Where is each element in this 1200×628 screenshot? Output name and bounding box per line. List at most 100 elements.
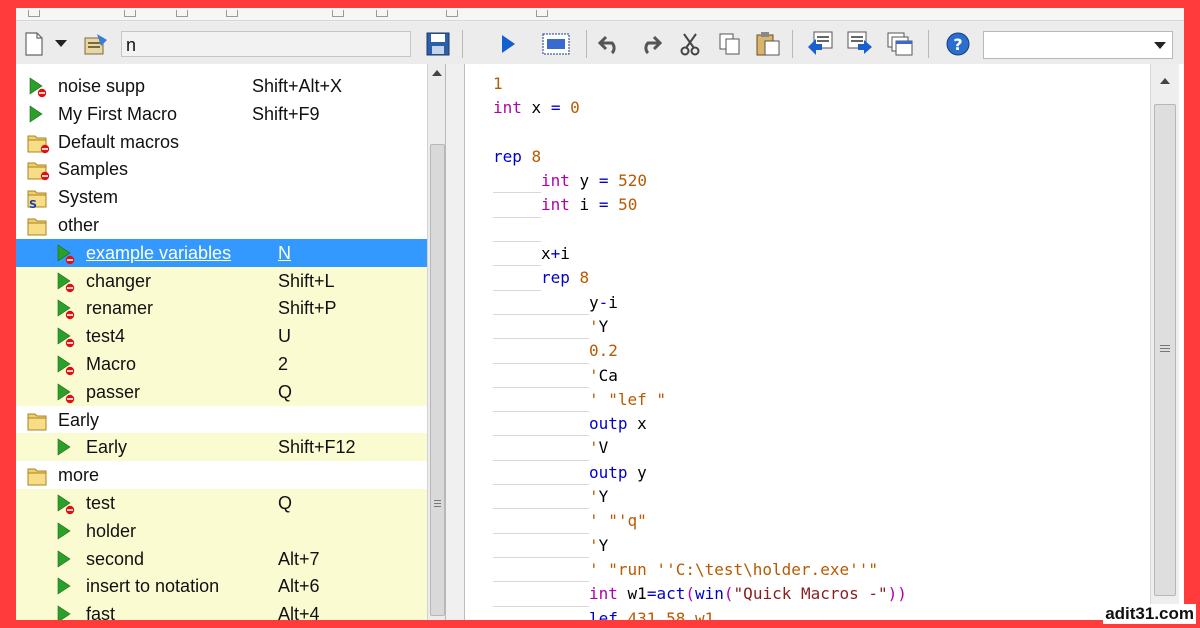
- tree-item[interactable]: Early Shift+F12: [16, 433, 427, 462]
- tree-item[interactable]: test4 U: [16, 322, 427, 351]
- tree-item[interactable]: example variables N: [16, 238, 427, 267]
- code-line[interactable]: outp y: [493, 461, 907, 486]
- menu-edge-icon: [536, 10, 548, 17]
- code-line[interactable]: 0.2: [493, 339, 907, 364]
- code-token: ': [589, 316, 599, 336]
- code-line[interactable]: ' "run ''C:\test\holder.exe''": [493, 558, 907, 583]
- chevron-down-icon[interactable]: [1154, 42, 1166, 49]
- svg-text:S: S: [29, 198, 37, 209]
- code-line[interactable]: rep 8: [493, 266, 907, 291]
- editor-scroll-thumb[interactable]: [1154, 104, 1176, 596]
- code-token: 520: [608, 171, 647, 191]
- code-line[interactable]: 'V: [493, 436, 907, 461]
- tree-item-label: other: [58, 215, 100, 235]
- code-token: 1: [493, 74, 503, 93]
- tree-item[interactable]: fast Alt+4: [16, 600, 427, 620]
- tree-item-label: noise supp: [58, 76, 146, 96]
- tree-scroll-thumb[interactable]: [430, 144, 445, 616]
- dropdown-arrow-icon[interactable]: [52, 30, 70, 58]
- tree-item[interactable]: Early: [16, 406, 427, 434]
- tree-item-hotkey: Shift+F12: [278, 437, 356, 458]
- code-line[interactable]: [493, 218, 907, 243]
- scroll-up-icon[interactable]: [1160, 78, 1170, 84]
- code-editor[interactable]: 1 int x = 0 rep 8 int y = 520 int i = 50 x+i r…: [464, 64, 1184, 620]
- code-token: )): [887, 584, 907, 604]
- tree-item[interactable]: more: [16, 461, 427, 489]
- properties-icon[interactable]: [82, 30, 110, 58]
- code-line[interactable]: [493, 121, 907, 145]
- code-line[interactable]: y-i: [493, 291, 907, 315]
- code-line[interactable]: ' "'q": [493, 509, 907, 534]
- code-token: int: [541, 171, 570, 191]
- code-token: lef: [589, 608, 618, 620]
- tree-item[interactable]: other: [16, 211, 427, 239]
- code-line[interactable]: 'Y: [493, 315, 907, 340]
- code-token: i: [569, 195, 599, 215]
- tree-item-hotkey: Alt+7: [278, 548, 320, 569]
- undo-icon[interactable]: [596, 30, 624, 58]
- windows-icon[interactable]: [886, 30, 914, 58]
- tree-item[interactable]: changer Shift+L: [16, 266, 427, 295]
- menu-edge-icon: [376, 10, 388, 17]
- tree-item-label: changer: [86, 270, 152, 291]
- help-icon[interactable]: ?: [944, 30, 972, 58]
- tree-item[interactable]: passer Q: [16, 377, 427, 406]
- code-token: y: [589, 292, 599, 312]
- tree-item[interactable]: insert to notation Alt+6: [16, 572, 427, 601]
- code-line[interactable]: int i = 50: [493, 193, 907, 218]
- code-line[interactable]: 'Ca: [493, 364, 907, 388]
- paste-icon[interactable]: [754, 30, 782, 58]
- save-icon[interactable]: [424, 30, 452, 58]
- code-line[interactable]: outp x: [493, 412, 907, 437]
- tree-item[interactable]: renamer Shift+P: [16, 294, 427, 323]
- tree-item[interactable]: holder: [16, 516, 427, 545]
- code-token: rep: [493, 146, 522, 166]
- menu-edge-icon: [176, 10, 188, 17]
- code-token: Y: [598, 487, 609, 507]
- editor-scrollbar[interactable]: [1150, 64, 1179, 620]
- tree-item-label: Default macros: [58, 131, 180, 152]
- tree-item-label: Macro: [86, 354, 137, 374]
- tree-item-hotkey: Shift+L: [278, 270, 335, 291]
- pane-splitter[interactable]: [446, 64, 464, 620]
- tree-item-hotkey: N: [278, 242, 291, 263]
- redo-icon[interactable]: [636, 30, 664, 58]
- code-text[interactable]: 1 int x = 0 rep 8 int y = 520 int i = 50 x+i r…: [493, 72, 907, 620]
- macro-name-field[interactable]: n: [121, 31, 411, 57]
- tree-item[interactable]: test Q: [16, 489, 427, 517]
- tree-item[interactable]: My First Macro Shift+F9: [16, 100, 427, 128]
- code-line[interactable]: int x = 0: [493, 96, 907, 120]
- tree-item-label: renamer: [86, 298, 154, 319]
- tree-item[interactable]: noise supp Shift+Alt+X: [16, 72, 427, 100]
- find-icon[interactable]: [806, 30, 834, 58]
- toolbar-separator: [586, 30, 587, 58]
- record-icon[interactable]: [542, 30, 570, 58]
- scroll-up-icon[interactable]: [432, 70, 442, 76]
- tree-item[interactable]: S System: [16, 183, 427, 211]
- code-token: =: [550, 98, 561, 118]
- replace-icon[interactable]: [846, 30, 874, 58]
- code-token: (: [723, 584, 734, 604]
- toolbar-combo[interactable]: [983, 31, 1173, 59]
- tree-item[interactable]: Samples: [16, 155, 427, 183]
- quick-macros-window: n ? noise supp Shift+Alt+X My First Macr…: [16, 8, 1184, 620]
- code-line[interactable]: int y = 520: [493, 169, 907, 194]
- code-line[interactable]: rep 8: [493, 145, 907, 169]
- code-line[interactable]: 'Y: [493, 485, 907, 510]
- copy-icon[interactable]: [716, 30, 744, 58]
- code-line[interactable]: 1: [493, 72, 907, 96]
- run-icon[interactable]: [494, 30, 522, 58]
- macro-tree: noise supp Shift+Alt+X My First Macro Shift…: [16, 64, 446, 620]
- tree-item[interactable]: Macro 2: [16, 350, 427, 378]
- cut-icon[interactable]: [676, 30, 704, 58]
- code-line[interactable]: lef 431 58 w1: [493, 607, 907, 620]
- tree-scrollbar[interactable]: [427, 64, 445, 620]
- tree-item[interactable]: second Alt+7: [16, 544, 427, 573]
- tree-item[interactable]: Default macros: [16, 128, 427, 156]
- code-line[interactable]: int w1=act(win("Quick Macros -")): [493, 582, 907, 607]
- code-line[interactable]: x+i: [493, 242, 907, 267]
- new-file-icon[interactable]: [20, 30, 48, 58]
- code-token: outp: [589, 462, 628, 482]
- code-line[interactable]: ' "lef ": [493, 388, 907, 413]
- code-line[interactable]: 'Y: [493, 534, 907, 558]
